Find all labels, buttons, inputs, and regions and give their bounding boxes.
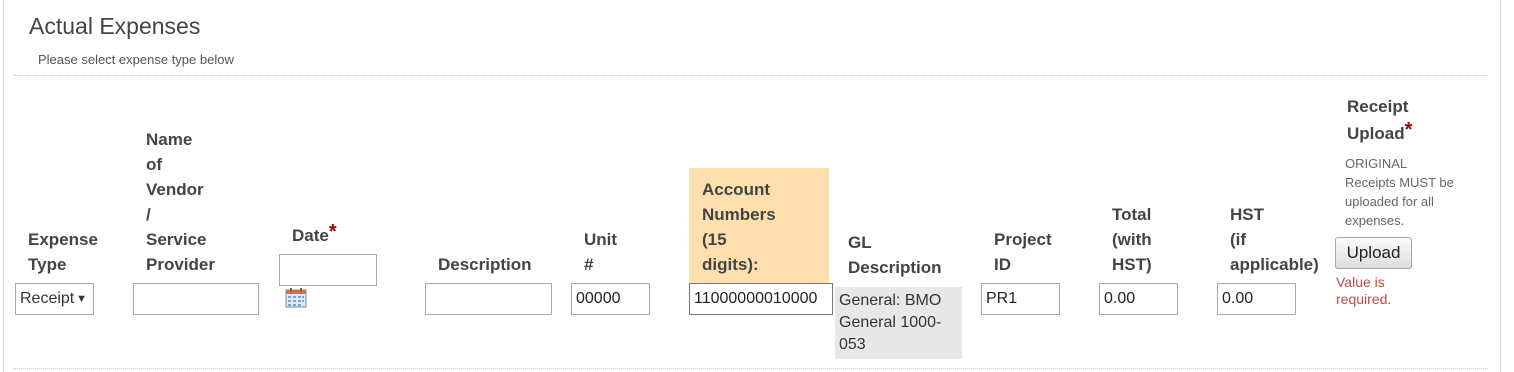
header-vendor: Name of Vendor / Service Provider	[146, 130, 215, 274]
header-account-numbers: Account Numbers (15 digits):	[702, 180, 776, 274]
header-total: Total (with HST)	[1112, 205, 1152, 274]
header-unit: Unit #	[584, 230, 618, 274]
header-gl-description: GL Description	[848, 233, 942, 277]
account-number-input[interactable]: 11000000010000	[689, 283, 833, 315]
section-title: Actual Expenses	[29, 13, 201, 39]
expense-type-value: Receipt	[20, 290, 75, 307]
header-date: Date*	[292, 221, 337, 245]
header-receipt-upload: Receipt Upload*	[1347, 97, 1413, 143]
divider-top	[14, 75, 1488, 76]
header-project-id: Project ID	[994, 230, 1052, 274]
header-expense-type: Expense Type	[28, 230, 98, 274]
divider-bottom	[14, 368, 1488, 369]
receipt-note: ORIGINAL Receipts MUST be uploaded for a…	[1345, 156, 1454, 228]
upload-error-message: Value is required.	[1336, 274, 1392, 307]
required-marker: *	[328, 221, 337, 243]
section-subtitle: Please select expense type below	[38, 52, 234, 67]
date-input[interactable]	[279, 254, 377, 286]
expense-type-select[interactable]: Receipt ▼	[15, 283, 94, 315]
panel-left-border	[3, 0, 4, 372]
gl-description-value: General: BMO General 1000-053	[835, 287, 962, 359]
description-input[interactable]	[425, 283, 552, 315]
project-id-input[interactable]: PR1	[981, 283, 1060, 315]
hst-input[interactable]: 0.00	[1217, 283, 1296, 315]
header-description: Description	[438, 255, 532, 274]
required-marker: *	[1404, 119, 1413, 141]
vendor-input[interactable]	[133, 283, 259, 315]
header-hst: HST (if applicable)	[1230, 205, 1319, 274]
panel-right-border	[1500, 0, 1501, 372]
upload-button[interactable]: Upload	[1335, 237, 1412, 269]
chevron-down-icon: ▼	[76, 293, 87, 305]
unit-input[interactable]: 00000	[571, 283, 650, 315]
total-input[interactable]: 0.00	[1099, 283, 1178, 315]
calendar-icon[interactable]	[285, 287, 307, 308]
